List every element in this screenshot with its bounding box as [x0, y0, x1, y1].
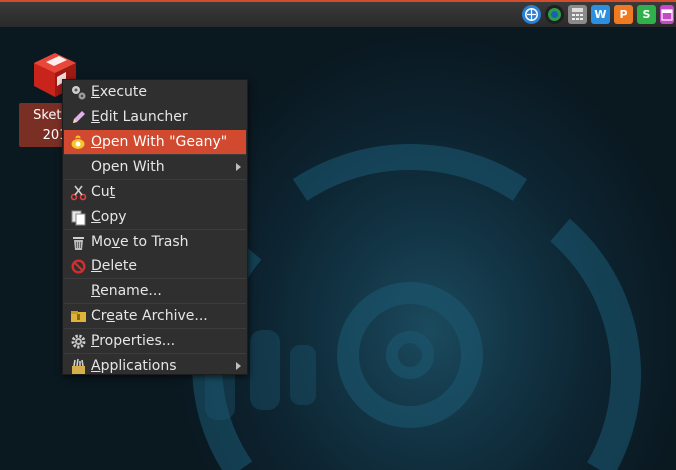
- calculator-icon[interactable]: [568, 5, 587, 24]
- window-icon[interactable]: [660, 5, 674, 24]
- system-tray: W P S: [522, 5, 676, 24]
- menu-item-execute[interactable]: Execute: [64, 80, 246, 104]
- wps-spreadsheet-icon[interactable]: S: [637, 5, 656, 24]
- delete-icon: [69, 257, 87, 275]
- menu-item-applications[interactable]: Applications: [64, 354, 246, 378]
- archive-icon: [69, 307, 87, 325]
- geany-icon: [69, 133, 87, 151]
- browser-icon[interactable]: [545, 5, 564, 24]
- menu-item-copy[interactable]: Copy: [64, 205, 246, 229]
- trash-icon: [69, 233, 87, 251]
- menu-item-create-archive[interactable]: Create Archive...: [64, 304, 246, 328]
- menu-item-delete[interactable]: Delete: [64, 254, 246, 278]
- context-menu: Execute Edit Launcher Open With "Geany" …: [62, 79, 248, 375]
- menu-item-properties[interactable]: Properties...: [64, 329, 246, 353]
- top-panel: W P S: [0, 0, 676, 27]
- submenu-arrow-icon: [236, 163, 241, 171]
- applications-icon: [69, 357, 87, 375]
- menu-item-open-with-geany[interactable]: Open With "Geany": [64, 130, 246, 154]
- submenu-arrow-icon: [236, 362, 241, 370]
- menu-item-move-to-trash[interactable]: Move to Trash: [64, 230, 246, 254]
- gear-icon: [69, 332, 87, 350]
- wps-writer-icon[interactable]: W: [591, 5, 610, 24]
- menu-item-rename[interactable]: Rename...: [64, 279, 246, 303]
- network-globe-icon[interactable]: [522, 5, 541, 24]
- gears-icon: [69, 83, 87, 101]
- copy-icon: [69, 208, 87, 226]
- menu-item-edit-launcher[interactable]: Edit Launcher: [64, 105, 246, 129]
- pencil-icon: [69, 108, 87, 126]
- scissors-icon: [69, 183, 87, 201]
- menu-item-cut[interactable]: Cut: [64, 180, 246, 204]
- menu-item-open-with[interactable]: Open With: [64, 155, 246, 179]
- wps-presentation-icon[interactable]: P: [614, 5, 633, 24]
